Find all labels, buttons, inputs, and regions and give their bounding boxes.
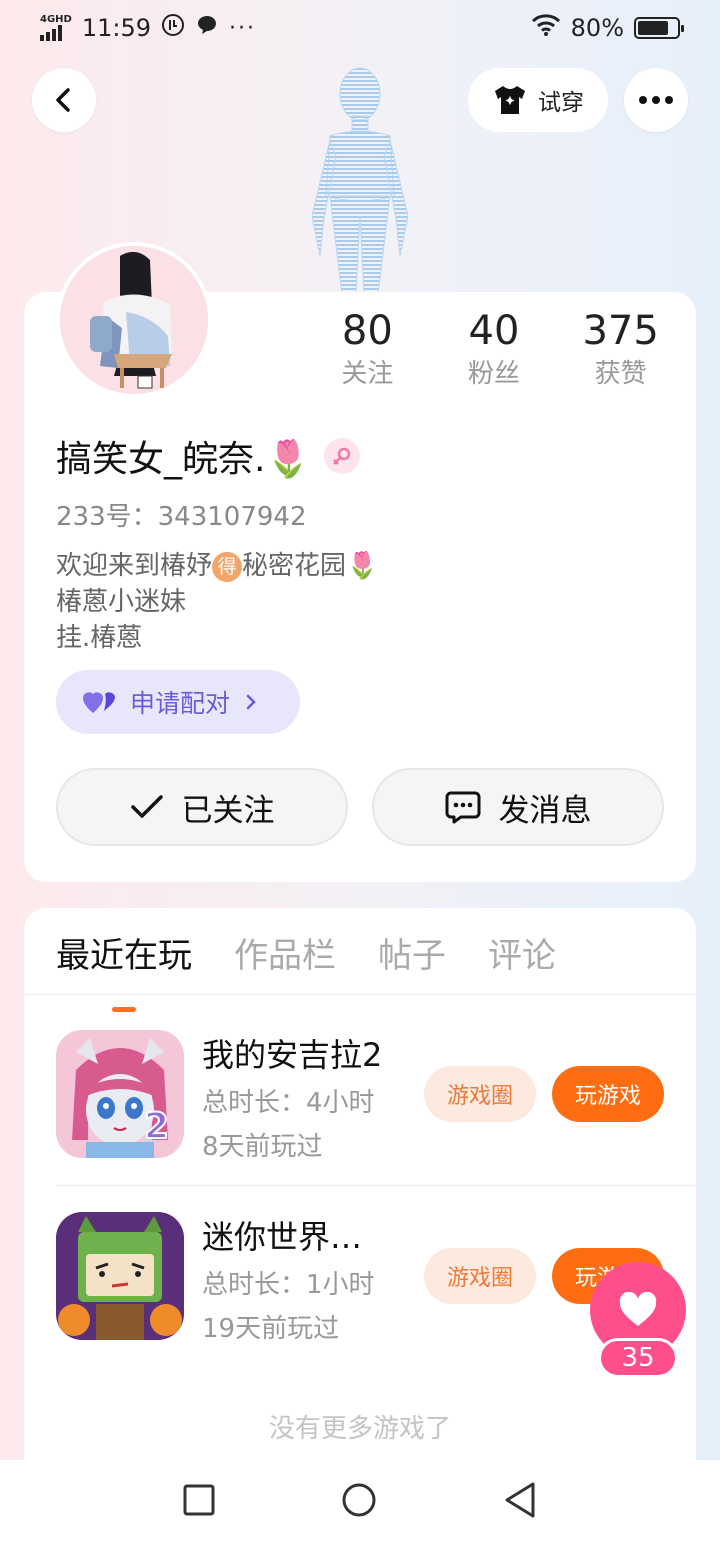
back-button[interactable] bbox=[32, 68, 96, 132]
stat-likes[interactable]: 375 获赞 bbox=[561, 306, 681, 396]
play-game-button[interactable]: 玩游戏 bbox=[552, 1066, 664, 1122]
battery-icon bbox=[634, 17, 684, 39]
more-options-button[interactable] bbox=[624, 68, 688, 132]
followed-label: 已关注 bbox=[181, 792, 275, 829]
notification-app-icon bbox=[161, 13, 185, 43]
bio-line-1-text: 欢迎来到椿妤 bbox=[56, 551, 213, 581]
wifi-icon bbox=[531, 13, 561, 43]
status-bar: 4GHD 11:59 ··· 80% bbox=[0, 0, 720, 56]
chevron-right-icon bbox=[246, 694, 256, 710]
bio: 欢迎来到椿妤得秘密花园🌷 椿蒽小迷妹 挂.椿蒽 bbox=[56, 548, 378, 656]
bio-line-2: 椿蒽小迷妹 bbox=[56, 587, 187, 617]
no-more-games-text: 没有更多游戏了 bbox=[268, 1414, 451, 1444]
checkmark-icon bbox=[130, 795, 163, 818]
game-circle-button[interactable]: 游戏圈 bbox=[424, 1248, 536, 1304]
like-button[interactable]: 35 bbox=[590, 1262, 686, 1378]
game-row[interactable]: 2 我的安吉拉2 总时长：4小时 8天前玩过 游戏圈 玩游戏 bbox=[56, 1030, 668, 1162]
avatar[interactable] bbox=[56, 242, 212, 398]
stat-following-count: 80 bbox=[341, 308, 393, 354]
recent-apps-button[interactable] bbox=[183, 1484, 215, 1520]
game-icon-badge: 2 bbox=[143, 1105, 170, 1148]
nav-back-button[interactable] bbox=[503, 1481, 537, 1523]
followed-button[interactable]: 已关注 bbox=[56, 768, 348, 846]
stat-fans-count: 40 bbox=[468, 308, 520, 354]
send-message-button[interactable]: 发消息 bbox=[372, 768, 664, 846]
avatar-figure-image bbox=[290, 56, 430, 295]
chevron-left-icon bbox=[56, 88, 70, 112]
network-type: 4GHD bbox=[40, 14, 72, 25]
more-notifications-icon: ··· bbox=[229, 15, 256, 41]
game-last-played: 19天前玩过 bbox=[202, 1314, 340, 1344]
user-id: 233号：343107942 bbox=[56, 502, 307, 532]
username-row: 搞笑女_皖奈.🌷 bbox=[56, 430, 361, 482]
game-title: 我的安吉拉2 bbox=[202, 1036, 383, 1074]
message-notification-icon bbox=[195, 13, 219, 43]
status-right: 80% bbox=[531, 13, 684, 43]
stat-fans[interactable]: 40 粉丝 bbox=[434, 306, 554, 396]
bio-line-1: 欢迎来到椿妤得秘密花园🌷 bbox=[56, 548, 378, 584]
square-icon bbox=[183, 1484, 215, 1516]
try-on-label: 试穿 bbox=[538, 90, 584, 116]
game-duration: 总时长：1小时 bbox=[202, 1270, 375, 1300]
stat-following-label: 关注 bbox=[341, 359, 394, 389]
game-title: 迷你世界… bbox=[202, 1218, 363, 1256]
stat-likes-label: 获赞 bbox=[594, 359, 647, 389]
tab-works[interactable]: 作品栏 bbox=[234, 928, 336, 980]
triangle-back-icon bbox=[505, 1482, 535, 1518]
game-icon-mini-world[interactable] bbox=[56, 1212, 184, 1340]
try-on-button[interactable]: 试穿 bbox=[468, 68, 608, 132]
more-dots-icon bbox=[639, 96, 673, 104]
game-circle-button[interactable]: 游戏圈 bbox=[424, 1066, 536, 1122]
double-heart-icon bbox=[83, 692, 115, 713]
de-badge-icon: 得 bbox=[212, 552, 243, 582]
game-duration: 总时长：4小时 bbox=[202, 1088, 375, 1118]
username: 搞笑女_皖奈.🌷 bbox=[56, 439, 311, 480]
games-card: 最近在玩 作品栏 帖子 评论 2 我的安吉拉2 总时长：4小时 8天前玩过 游戏… bbox=[24, 908, 696, 1468]
game-row[interactable]: 迷你世界… 总时长：1小时 19天前玩过 游戏圈 玩游戏 bbox=[56, 1212, 668, 1344]
like-count: 35 bbox=[598, 1338, 678, 1378]
profile-stats: 80 关注 40 粉丝 375 获赞 bbox=[304, 306, 684, 396]
row-divider bbox=[56, 1185, 696, 1186]
chat-bubble-icon bbox=[445, 791, 480, 824]
send-message-label: 发消息 bbox=[498, 792, 592, 829]
heart-icon bbox=[619, 1292, 657, 1326]
game-last-played: 8天前玩过 bbox=[202, 1132, 323, 1162]
signal-group: 4GHD bbox=[40, 15, 72, 41]
stat-likes-count: 375 bbox=[582, 308, 659, 354]
circle-icon bbox=[342, 1483, 376, 1517]
tab-recently-played[interactable]: 最近在玩 bbox=[56, 928, 192, 1012]
profile-tabs: 最近在玩 作品栏 帖子 评论 bbox=[56, 928, 556, 1012]
female-gender-icon bbox=[324, 438, 361, 474]
status-left: 4GHD 11:59 ··· bbox=[40, 13, 256, 43]
tab-comments[interactable]: 评论 bbox=[488, 928, 556, 980]
tshirt-icon bbox=[495, 86, 525, 114]
tabs-divider bbox=[24, 994, 696, 995]
signal-icon bbox=[40, 25, 62, 41]
stat-following[interactable]: 80 关注 bbox=[307, 306, 427, 396]
home-button[interactable] bbox=[341, 1482, 377, 1522]
tab-posts[interactable]: 帖子 bbox=[378, 928, 446, 980]
request-pair-label: 申请配对 bbox=[130, 689, 231, 718]
system-nav-bar bbox=[0, 1460, 720, 1544]
bio-line-1-text-end: 秘密花园🌷 bbox=[242, 551, 379, 581]
status-time: 11:59 bbox=[81, 14, 152, 42]
game-icon-angela[interactable]: 2 bbox=[56, 1030, 184, 1158]
bio-line-3: 挂.椿蒽 bbox=[56, 623, 143, 653]
request-pair-button[interactable]: 申请配对 bbox=[56, 670, 300, 734]
stat-fans-label: 粉丝 bbox=[467, 359, 520, 389]
battery-percent: 80% bbox=[570, 14, 624, 42]
